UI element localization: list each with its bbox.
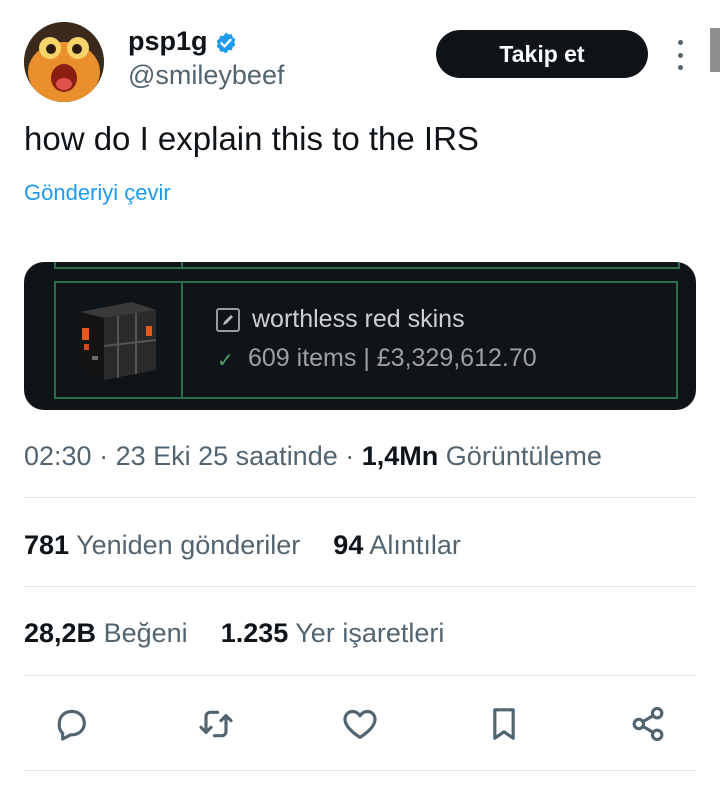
avatar-image bbox=[24, 22, 104, 102]
tweet-time[interactable]: 02:30 bbox=[24, 441, 92, 471]
inventory-name: worthless red skins bbox=[252, 305, 465, 333]
retweet-button[interactable] bbox=[194, 702, 238, 746]
bookmarks-count: 1.235 bbox=[220, 618, 289, 648]
quotes-count: 94 bbox=[333, 530, 364, 560]
views-label: Görüntüleme bbox=[445, 441, 602, 471]
divider bbox=[24, 770, 696, 771]
like-button[interactable] bbox=[338, 702, 382, 746]
divider bbox=[24, 497, 696, 498]
scrollbar[interactable] bbox=[710, 28, 720, 72]
tweet-text: how do I explain this to the IRS bbox=[24, 120, 479, 157]
edit-icon bbox=[216, 308, 240, 332]
meta-separator: · bbox=[337, 441, 362, 471]
retweets-label: Yeniden gönderiler bbox=[76, 530, 301, 560]
divider bbox=[24, 675, 696, 676]
meta-separator: · bbox=[91, 441, 116, 471]
avatar[interactable] bbox=[24, 22, 104, 102]
translate-link[interactable]: Gönderiyi çevir bbox=[24, 180, 171, 206]
reply-icon bbox=[57, 709, 86, 741]
engagement-row-1: 781 Yeniden gönderiler 94 Alıntılar bbox=[24, 530, 461, 561]
likes-stat[interactable]: 28,2B Beğeni bbox=[24, 618, 188, 648]
inventory-frame-divider bbox=[181, 281, 183, 399]
reply-button[interactable] bbox=[49, 702, 93, 746]
views-count: 1,4Mn bbox=[361, 441, 439, 471]
likes-label: Beğeni bbox=[103, 618, 188, 648]
bookmarks-stat[interactable]: 1.235 Yer işaretleri bbox=[221, 618, 445, 648]
quotes-stat[interactable]: 94 Alıntılar bbox=[333, 530, 461, 560]
bookmark-icon bbox=[493, 708, 515, 740]
share-button[interactable] bbox=[626, 702, 670, 746]
tweet-date[interactable]: 23 Eki 25 saatinde bbox=[116, 441, 338, 471]
check-icon: ✓ bbox=[217, 350, 234, 372]
bookmark-button[interactable] bbox=[482, 702, 526, 746]
more-options-icon[interactable] bbox=[672, 40, 688, 70]
user-handle[interactable]: @smileybeef bbox=[128, 60, 284, 91]
divider bbox=[24, 586, 696, 587]
retweets-stat[interactable]: 781 Yeniden gönderiler bbox=[24, 530, 300, 560]
verified-badge-icon bbox=[216, 32, 236, 54]
inventory-frame-divider bbox=[181, 262, 183, 268]
tweet-meta: 02:30 · 23 Eki 25 saatinde · 1,4Mn Görün… bbox=[24, 441, 602, 472]
share-icon bbox=[632, 706, 664, 742]
likes-count: 28,2B bbox=[24, 618, 97, 648]
retweets-count: 781 bbox=[24, 530, 70, 560]
inventory-stats: 609 items | £3,329,612.70 bbox=[248, 344, 537, 372]
bookmarks-label: Yer işaretleri bbox=[295, 618, 445, 648]
retweet-icon bbox=[199, 710, 233, 738]
follow-button[interactable]: Takip et bbox=[436, 30, 648, 78]
display-name[interactable]: psp1g bbox=[128, 26, 208, 57]
like-icon bbox=[343, 709, 377, 739]
crate-icon bbox=[80, 302, 157, 380]
quotes-label: Alıntılar bbox=[369, 530, 461, 560]
engagement-row-2: 28,2B Beğeni 1.235 Yer işaretleri bbox=[24, 618, 444, 649]
inventory-frame-top bbox=[54, 262, 680, 269]
tweet-media[interactable]: worthless red skins ✓ 609 items | £3,329… bbox=[24, 262, 696, 410]
